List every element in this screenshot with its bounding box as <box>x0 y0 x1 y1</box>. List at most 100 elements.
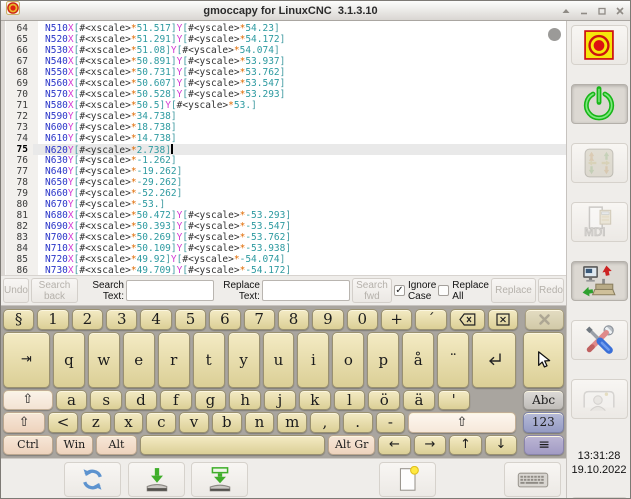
key-4[interactable]: 4 <box>140 309 171 330</box>
key-å[interactable]: å <box>402 332 434 388</box>
key-2[interactable]: 2 <box>72 309 103 330</box>
space-key[interactable] <box>140 435 325 456</box>
key-d[interactable]: d <box>125 390 157 411</box>
delete-key[interactable] <box>488 309 518 330</box>
keyboard-close-key[interactable] <box>525 309 564 330</box>
key-k[interactable]: k <box>299 390 331 411</box>
key-.[interactable]: . <box>343 412 373 433</box>
gcode-editor[interactable]: 64N510X[#<xscale>*51.517]Y[#<yscale>*54.… <box>1 21 566 275</box>
menu-key[interactable]: ≡ <box>524 435 564 456</box>
key-n[interactable]: n <box>245 412 275 433</box>
key-g[interactable]: g <box>195 390 227 411</box>
key-o[interactable]: o <box>332 332 364 388</box>
undo-button[interactable]: Undo <box>3 278 29 303</box>
search-text-input[interactable] <box>126 280 214 301</box>
altgr-key[interactable]: Alt Gr <box>328 435 375 456</box>
key-z[interactable]: z <box>81 412 111 433</box>
key-ä[interactable]: ä <box>403 390 435 411</box>
key-e[interactable]: e <box>123 332 155 388</box>
settings-button[interactable] <box>571 320 628 360</box>
new-file-button[interactable] <box>379 462 436 497</box>
key--[interactable]: - <box>376 412 406 433</box>
key-q[interactable]: q <box>53 332 85 388</box>
arrow-up-key[interactable]: ↑ <box>449 435 482 456</box>
key-f[interactable]: f <box>160 390 192 411</box>
power-button[interactable] <box>571 84 628 124</box>
key-h[interactable]: h <box>229 390 261 411</box>
enter-key[interactable] <box>472 332 516 388</box>
ctrl-key[interactable]: Ctrl <box>3 435 53 456</box>
key-u[interactable]: u <box>263 332 295 388</box>
key-'[interactable]: ' <box>438 390 470 411</box>
close-window-button[interactable] <box>615 6 625 16</box>
key-6[interactable]: 6 <box>209 309 240 330</box>
estop-button[interactable] <box>571 25 628 65</box>
arrow-right-key[interactable]: → <box>414 435 447 456</box>
key-7[interactable]: 7 <box>244 309 275 330</box>
save-as-button[interactable] <box>191 462 248 497</box>
line-number: 69 <box>6 78 33 89</box>
mdi-mode-button[interactable]: MDI <box>571 202 628 242</box>
key-c[interactable]: c <box>146 412 176 433</box>
arrow-down-key[interactable]: ↓ <box>485 435 518 456</box>
key-b[interactable]: b <box>212 412 242 433</box>
key-a[interactable]: a <box>56 390 88 411</box>
search-fwd-button[interactable]: Search fwd <box>352 278 392 303</box>
user-tools-button[interactable] <box>571 379 628 419</box>
key-´[interactable]: ´ <box>415 309 446 330</box>
pointer-key[interactable] <box>523 332 564 388</box>
shift-left-key[interactable]: ⇧ <box>3 412 45 433</box>
key-<[interactable]: < <box>48 412 78 433</box>
ignore-case-checkbox[interactable]: ✓ <box>394 285 405 296</box>
key-j[interactable]: j <box>264 390 296 411</box>
key-x[interactable]: x <box>114 412 144 433</box>
key-ö[interactable]: ö <box>368 390 400 411</box>
auto-mode-button[interactable] <box>571 261 628 301</box>
replace-all-checkbox[interactable] <box>438 285 449 296</box>
key-v[interactable]: v <box>179 412 209 433</box>
key-t[interactable]: t <box>193 332 225 388</box>
line-number: 86 <box>6 265 33 275</box>
minimize-button[interactable] <box>579 6 589 16</box>
key-y[interactable]: y <box>228 332 260 388</box>
key-+[interactable]: + <box>381 309 412 330</box>
key-8[interactable]: 8 <box>278 309 309 330</box>
backspace-key[interactable] <box>450 309 486 330</box>
replace-text-input[interactable] <box>262 280 350 301</box>
manual-mode-button[interactable] <box>571 143 628 183</box>
key-3[interactable]: 3 <box>106 309 137 330</box>
arrow-left-key[interactable]: ← <box>378 435 411 456</box>
key-¨[interactable]: ¨ <box>437 332 469 388</box>
alt-key[interactable]: Alt <box>96 435 137 456</box>
keyboard-toggle-button[interactable] <box>504 462 561 497</box>
key-,[interactable]: , <box>310 412 340 433</box>
key-i[interactable]: i <box>297 332 329 388</box>
key-l[interactable]: l <box>334 390 366 411</box>
shift-right-key[interactable]: ⇧ <box>408 412 515 433</box>
line-number: 66 <box>6 45 33 56</box>
key-m[interactable]: m <box>277 412 307 433</box>
shade-window-button[interactable] <box>561 6 571 16</box>
key-r[interactable]: r <box>158 332 190 388</box>
key-0[interactable]: 0 <box>347 309 378 330</box>
win-key[interactable]: Win <box>56 435 93 456</box>
redo-button[interactable]: Redo <box>538 278 564 303</box>
tab-key[interactable]: ⇥ <box>3 332 50 388</box>
key-1[interactable]: 1 <box>37 309 68 330</box>
key-§[interactable]: § <box>3 309 34 330</box>
key-s[interactable]: s <box>90 390 122 411</box>
save-file-button[interactable] <box>128 462 185 497</box>
scroll-indicator[interactable] <box>548 28 561 41</box>
layout-123-key[interactable]: 123 <box>523 412 564 433</box>
key-5[interactable]: 5 <box>175 309 206 330</box>
maximize-button[interactable] <box>597 6 607 16</box>
caps-key[interactable]: ⇧ <box>3 390 53 411</box>
key-p[interactable]: p <box>367 332 399 388</box>
search-back-button[interactable]: Search back <box>31 278 78 303</box>
replace-button[interactable]: Replace <box>491 278 536 303</box>
key-9[interactable]: 9 <box>312 309 343 330</box>
layout-abc-key[interactable]: Abc <box>523 390 564 411</box>
reload-file-button[interactable] <box>64 462 121 497</box>
ignore-case-label: Ignore Case <box>408 280 436 302</box>
key-w[interactable]: w <box>88 332 120 388</box>
